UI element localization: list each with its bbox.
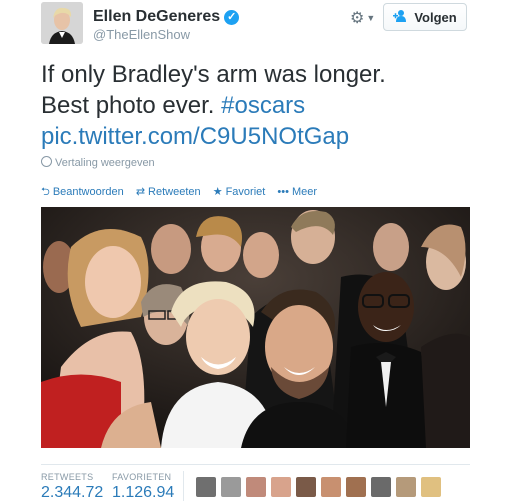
favorite-label: Favoriet — [225, 186, 266, 198]
tweet-line-1: If only Bradley's arm was longer. — [41, 61, 386, 88]
add-user-icon — [393, 9, 407, 25]
favoriter-avatar[interactable] — [371, 477, 391, 497]
favoriter-avatar[interactable] — [271, 477, 291, 497]
favoriter-avatars — [196, 477, 446, 497]
retweets-count: 2.344.72 — [41, 484, 104, 501]
retweet-icon: ⇄ — [135, 186, 146, 198]
favoriter-avatar[interactable] — [246, 477, 266, 497]
stats-vertical-divider — [183, 471, 184, 501]
reply-button[interactable]: ⮌ Beantwoorden — [41, 186, 124, 198]
gear-menu-button[interactable]: ⚙ ▼ — [350, 8, 375, 28]
favoriter-avatar[interactable] — [296, 477, 316, 497]
follow-label: Volgen — [414, 9, 457, 25]
user-name-text: Ellen DeGeneres — [93, 8, 221, 25]
tweet-line-2-text: Best photo ever. — [41, 92, 222, 119]
user-name[interactable]: Ellen DeGeneres ✓ — [93, 8, 240, 26]
selfie-photo-image — [41, 207, 470, 448]
star-icon: ★ — [212, 186, 223, 198]
favorites-label: FAVORIETEN — [112, 472, 172, 482]
tweet-actions: ⮌ Beantwoorden ⇄ Retweeten ★ Favoriet ••• Me… — [41, 183, 326, 202]
verified-badge-icon: ✓ — [224, 10, 240, 25]
favorites-stat[interactable]: FAVORIETEN 1.126.94 — [112, 472, 176, 502]
favoriter-avatar[interactable] — [421, 477, 441, 497]
translate-label: Vertaling weergeven — [55, 157, 155, 169]
favoriter-avatar[interactable] — [346, 477, 366, 497]
tweet-photo[interactable] — [41, 207, 470, 448]
avatar-image — [41, 2, 83, 44]
user-handle[interactable]: @TheEllenShow — [93, 27, 190, 42]
favoriter-avatar[interactable] — [321, 477, 341, 497]
favorites-count: 1.126.94 — [112, 484, 175, 501]
retweets-stat[interactable]: RETWEETS 2.344.72 — [41, 472, 105, 502]
tweet-text: If only Bradley's arm was longer. Best p… — [41, 59, 481, 152]
retweet-label: Retweeten — [148, 186, 201, 198]
favoriter-avatar[interactable] — [221, 477, 241, 497]
favoriter-avatar[interactable] — [196, 477, 216, 497]
gear-icon: ⚙ — [350, 10, 365, 27]
chevron-down-icon: ▼ — [366, 13, 376, 23]
stats-divider — [41, 464, 470, 465]
tweet-header: Ellen DeGeneres ✓ @TheEllenShow ⚙ ▼ Volgen — [41, 0, 471, 48]
ellipsis-icon: ••• — [277, 186, 289, 198]
more-label: Meer — [291, 186, 318, 198]
retweet-button[interactable]: ⇄ Retweeten — [136, 186, 201, 198]
translate-link[interactable]: Vertaling weergeven — [41, 156, 155, 169]
favoriter-avatar[interactable] — [396, 477, 416, 497]
more-button[interactable]: ••• Meer — [277, 186, 317, 198]
favorite-button[interactable]: ★ Favoriet — [213, 186, 266, 198]
avatar[interactable] — [41, 2, 83, 44]
retweets-label: RETWEETS — [41, 472, 94, 482]
media-link[interactable]: pic.twitter.com/C9U5NOtGap — [41, 121, 481, 152]
hashtag-link[interactable]: #oscars — [221, 92, 305, 119]
follow-button[interactable]: Volgen — [383, 3, 467, 31]
reply-label: Beantwoorden — [52, 186, 124, 198]
globe-icon — [41, 156, 52, 167]
tweet-line-2: Best photo ever. #oscars — [41, 90, 481, 121]
reply-arrow-icon: ⮌ — [41, 186, 50, 198]
